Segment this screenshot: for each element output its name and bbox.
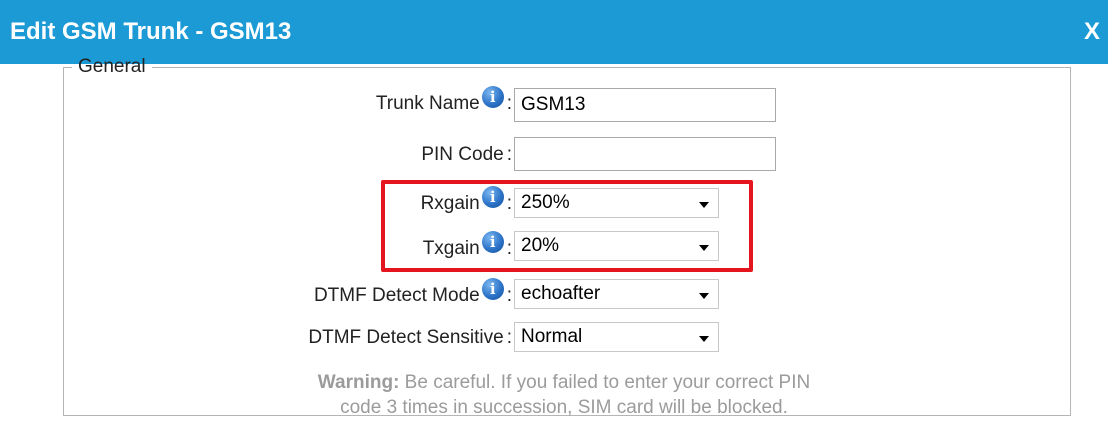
pin-code-label-row: PIN Code: (421, 143, 512, 167)
info-icon[interactable]: i (481, 278, 504, 300)
dtmf-detect-mode-select[interactable]: echoafter (514, 279, 719, 309)
dtmf-detect-sensitive-label-row: DTMF Detect Sensitive: (308, 326, 512, 350)
trunk-name-label-row: Trunk Name i: (375, 86, 512, 116)
dtmf-detect-mode-label: DTMF Detect Mode (313, 285, 480, 306)
chevron-down-icon (699, 336, 709, 342)
general-legend: General (78, 56, 146, 77)
trunk-name-input[interactable] (514, 88, 776, 122)
dialog-title: Edit GSM Trunk - GSM13 (10, 18, 292, 45)
colon: : (506, 285, 512, 306)
warning-line-2: code 3 times in succession, SIM card wil… (340, 397, 788, 418)
trunk-name-label: Trunk Name (375, 93, 480, 114)
dtmf-detect-mode-label-row: DTMF Detect Mode i: (313, 278, 512, 308)
pin-code-label: PIN Code (421, 144, 504, 165)
dialog-titlebar: Edit GSM Trunk - GSM13 X (0, 0, 1108, 64)
dtmf-detect-sensitive-value: Normal (521, 326, 583, 347)
colon: : (506, 93, 512, 114)
warning-prefix: Warning: (317, 372, 400, 393)
colon: : (506, 327, 512, 348)
dtmf-detect-mode-value: echoafter (521, 283, 601, 304)
dtmf-detect-sensitive-select[interactable]: Normal (514, 322, 719, 352)
chevron-down-icon (699, 293, 709, 299)
highlight-box (381, 180, 753, 272)
warning-line-1: Be careful. If you failed to enter your … (399, 372, 811, 393)
pin-code-input[interactable] (514, 137, 776, 171)
warning-text: Warning: Be careful. If you failed to en… (198, 370, 930, 420)
close-button[interactable]: X (1084, 17, 1100, 47)
info-icon[interactable]: i (481, 86, 504, 108)
colon: : (506, 144, 512, 165)
dtmf-detect-sensitive-label: DTMF Detect Sensitive (308, 327, 504, 348)
